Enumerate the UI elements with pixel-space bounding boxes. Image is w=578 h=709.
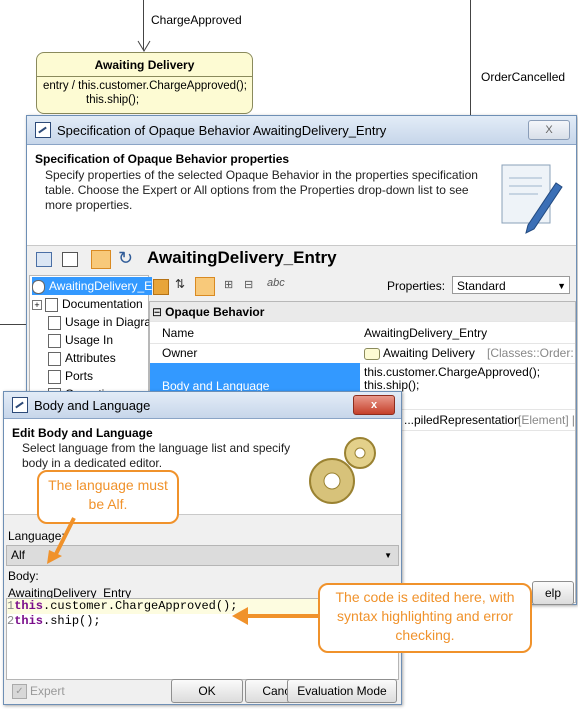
body-label: Body: — [8, 569, 39, 583]
state-awaiting-delivery[interactable]: Awaiting Delivery entry / this.customer.… — [36, 52, 253, 114]
properties-label: Properties: — [387, 279, 446, 293]
page-icon — [48, 315, 61, 330]
expert-label: Expert — [30, 684, 65, 698]
transition-arrowhead — [137, 40, 151, 52]
property-row-name[interactable]: Name AwaitingDelivery_Entry — [150, 323, 575, 344]
properties-dropdown-value: Standard — [457, 279, 506, 293]
transition-line-right — [470, 0, 471, 118]
page-icon — [45, 297, 58, 312]
collapse-all-icon[interactable]: ⊟ — [244, 278, 253, 291]
chevron-down-icon: ▼ — [384, 551, 392, 560]
tree-item-root[interactable]: AwaitingDelivery_E — [32, 277, 153, 295]
property-toolbar: ⇅ ⊞ ⊟ abc Properties: Standard ▼ — [149, 275, 574, 299]
expand-all-icon[interactable]: ⊞ — [224, 278, 233, 291]
body-header-text: Select language from the language list a… — [22, 441, 291, 470]
code-keyword: this — [14, 614, 44, 628]
callout-arrow-language — [47, 517, 76, 564]
refresh-icon[interactable]: ↻ — [118, 248, 133, 269]
element-name-title: AwaitingDelivery_Entry — [147, 248, 337, 267]
expand-icon[interactable]: + — [32, 300, 42, 310]
body-dialog-title: Body and Language — [34, 397, 151, 413]
state-entry-line1: entry / this.customer.ChargeApproved(); — [43, 80, 247, 92]
window-app-icon — [35, 122, 51, 138]
property-value: Awaiting Delivery — [383, 346, 475, 360]
tree-item-documentation[interactable]: + Documentation — [32, 295, 143, 313]
toggle-view-icon[interactable] — [91, 250, 111, 269]
table-view-icon[interactable] — [36, 252, 52, 267]
tree-item-attributes[interactable]: Attributes — [48, 349, 116, 367]
categorize-icon[interactable] — [153, 279, 169, 295]
state-title: Awaiting Delivery — [94, 58, 195, 72]
callout-arrow-code — [232, 607, 320, 625]
spec-titlebar[interactable]: Specification of Opaque Behavior Awaitin… — [27, 116, 576, 145]
tree-view-icon[interactable] — [62, 252, 78, 267]
language-select-value: Alf — [11, 548, 26, 562]
spec-header-panel: Specification of Opaque Behavior propert… — [27, 145, 576, 246]
body-header-title: Edit Body and Language — [12, 426, 153, 440]
collapse-group-icon[interactable]: ⊟ — [152, 305, 162, 319]
evaluation-mode-button[interactable]: Evaluation Mode — [287, 679, 397, 703]
chevron-down-icon: ▼ — [557, 281, 566, 291]
state-icon — [364, 348, 380, 360]
help-button[interactable]: elp — [532, 581, 574, 605]
property-group-header[interactable]: ⊟ Opaque Behavior — [150, 302, 575, 322]
page-icon — [48, 351, 61, 366]
property-value-body: this.customer.ChargeApproved(); this.shi… — [364, 366, 540, 392]
spec-header-text: Specify properties of the selected Opaqu… — [45, 168, 478, 212]
spec-header-title: Specification of Opaque Behavior propert… — [35, 152, 290, 166]
expert-checkbox[interactable]: ✓ — [12, 684, 27, 699]
close-icon[interactable]: X — [528, 120, 570, 140]
close-icon[interactable]: x — [353, 395, 395, 415]
tree-item-usage-in-diagrams[interactable]: Usage in Diagra — [48, 313, 151, 331]
tree-item-usage-in[interactable]: Usage In — [48, 331, 113, 349]
tree-item-ports[interactable]: Ports — [48, 367, 93, 385]
property-value-extra: [Element] [Acti — [518, 413, 574, 427]
code-text: .ship(); — [43, 614, 101, 628]
state-entry: entry / this.customer.ChargeApproved(); … — [37, 77, 252, 107]
diagram-connector-left — [0, 324, 26, 325]
compact-icon[interactable] — [195, 277, 215, 296]
transition-label-order-cancelled: OrderCancelled — [481, 70, 566, 84]
page-icon — [48, 333, 61, 348]
property-value: AwaitingDelivery_Entry — [364, 326, 488, 340]
property-row-owner[interactable]: Owner Awaiting Delivery [Classes::Order:… — [150, 343, 575, 364]
callout-code: The code is edited here, with syntax hig… — [318, 583, 532, 653]
code-keyword: this — [14, 599, 44, 613]
code-text: .customer.ChargeApproved(); — [43, 599, 238, 613]
window-app-icon — [12, 397, 28, 413]
ok-button[interactable]: OK — [171, 679, 243, 703]
transition-label-charge-approved: ChargeApproved — [151, 13, 242, 27]
abc-filter-icon[interactable]: abc — [267, 277, 285, 289]
sort-az-icon[interactable]: ⇅ — [175, 277, 185, 291]
property-value: ...piledRepresentation — [404, 413, 521, 427]
page-icon — [48, 369, 61, 384]
document-pencil-icon — [501, 164, 563, 234]
property-value-extra: [Classes::Order::Or... — [487, 346, 573, 360]
behavior-icon — [32, 279, 45, 294]
gears-icon — [309, 437, 376, 504]
spec-toolbar: ↻ AwaitingDelivery_Entry — [27, 247, 576, 273]
state-entry-line2: this.ship(); — [86, 94, 140, 106]
property-name: Name — [162, 326, 195, 340]
spec-window-title: Specification of Opaque Behavior Awaitin… — [57, 122, 387, 138]
properties-dropdown[interactable]: Standard ▼ — [452, 276, 570, 294]
body-dialog-titlebar[interactable]: Body and Language x — [4, 392, 401, 419]
property-name: Owner — [162, 346, 198, 360]
